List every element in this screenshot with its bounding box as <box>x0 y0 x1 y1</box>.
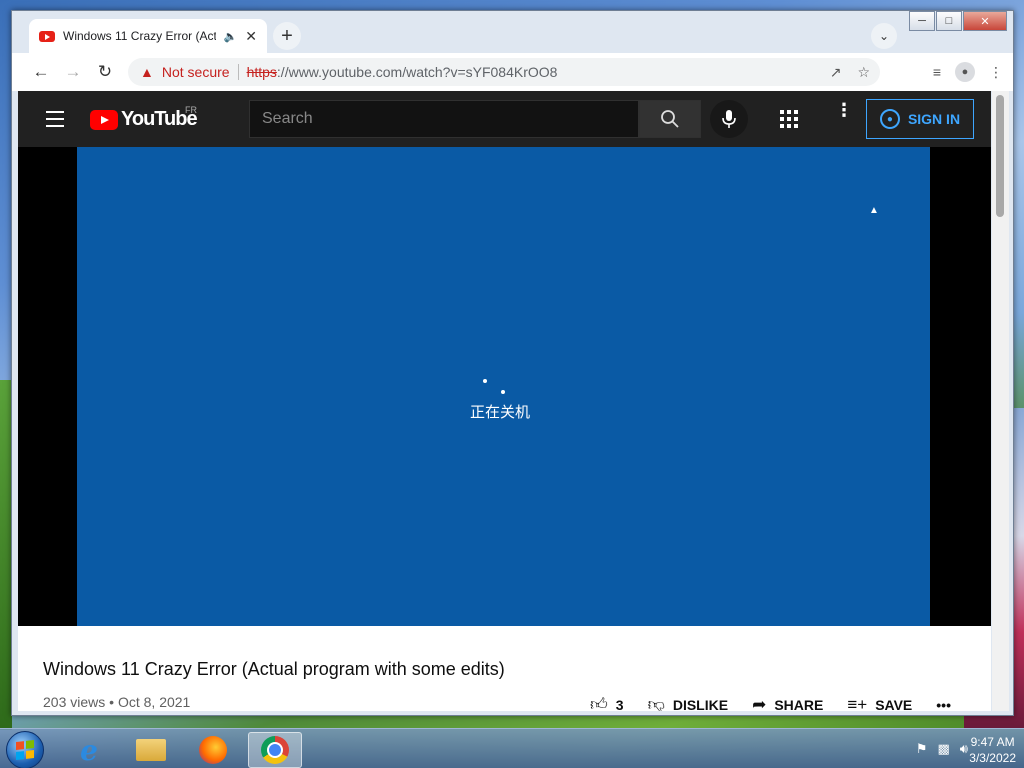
action-center-flag-icon[interactable]: ⚑ <box>916 741 928 757</box>
thumbs-down-icon: 👎︎ <box>647 695 665 711</box>
profile-avatar-icon[interactable]: ● <box>955 62 975 82</box>
more-horizontal-icon: ••• <box>936 696 951 712</box>
youtube-favicon-icon <box>39 30 55 42</box>
windows-logo-icon <box>16 740 34 760</box>
share-arrow-icon: ➦ <box>752 694 767 712</box>
tab-search-button[interactable]: ⌄ <box>871 23 897 49</box>
microphone-icon <box>722 110 736 128</box>
view-count: 203 views <box>43 694 106 710</box>
reload-button[interactable]: ↻ <box>90 57 120 87</box>
account-icon: ● <box>879 109 900 129</box>
region-code: FR <box>185 105 197 115</box>
firefox-icon <box>199 736 227 764</box>
tab-title: Windows 11 Crazy Error (Act <box>63 29 216 43</box>
loading-spinner-dot <box>483 379 487 383</box>
reading-list-icon[interactable]: ≡ <box>933 64 941 80</box>
window-controls: ─ □ ✕ <box>909 11 1007 32</box>
taskbar-chrome[interactable] <box>248 732 302 768</box>
sign-in-button[interactable]: ● SIGN IN <box>866 99 974 139</box>
warning-icon: ▲ <box>140 64 154 80</box>
thumbs-up-icon: 👍︎ <box>590 695 608 711</box>
new-tab-button[interactable]: + <box>273 22 301 50</box>
playlist-add-icon: ≡+ <box>847 694 868 712</box>
internet-explorer-icon: e <box>80 733 98 767</box>
video-frame[interactable]: 正在关机 ▲ <box>77 147 930 626</box>
minimize-button[interactable]: ─ <box>909 11 935 31</box>
taskbar-firefox[interactable] <box>186 732 240 768</box>
search-input[interactable]: Search <box>249 100 639 138</box>
bookmark-star-icon[interactable]: ☆ <box>857 64 870 81</box>
youtube-logo[interactable]: YouTube <box>90 108 198 131</box>
maximize-button[interactable]: □ <box>936 11 962 31</box>
cursor-icon: ▲ <box>869 205 879 216</box>
scrollbar-thumb[interactable] <box>996 95 1004 217</box>
like-count: 3 <box>615 696 624 712</box>
meta-separator: • <box>109 694 115 710</box>
system-clock[interactable]: 9:47 AM 3/3/2022 <box>969 734 1016 766</box>
voice-search-button[interactable] <box>710 100 748 138</box>
url-scheme: https <box>246 64 277 80</box>
youtube-page: YouTube FR Search ⋮ ● SIGN IN 正在关机 ▲ Win… <box>18 91 991 711</box>
search-button[interactable] <box>639 100 701 138</box>
speaker-icon[interactable]: 🔈 <box>224 30 238 43</box>
share-button[interactable]: ➦ SHARE <box>752 695 823 712</box>
start-button[interactable] <box>6 731 44 768</box>
more-actions-button[interactable]: ••• <box>936 697 951 712</box>
save-label: SAVE <box>875 696 913 712</box>
dislike-button[interactable]: 👎︎ DISLIKE <box>648 694 729 711</box>
menu-hamburger-icon[interactable] <box>46 111 64 132</box>
page-scrollbar[interactable] <box>992 91 1009 711</box>
taskbar: e ⚑ ▩ 🔊︎ 9:47 AM 3/3/2022 <box>0 728 1024 768</box>
clock-time: 9:47 AM <box>970 735 1015 749</box>
address-bar[interactable]: ▲ Not secure https://www.youtube.com/wat… <box>128 58 880 86</box>
browser-menu-icon[interactable]: ⋮ <box>989 64 1003 81</box>
sign-in-label: SIGN IN <box>907 111 961 127</box>
browser-toolbar: ← → ↻ ▲ Not secure https://www.youtube.c… <box>12 53 1013 91</box>
clock-date: 3/3/2022 <box>969 751 1016 765</box>
tab-youtube[interactable]: Windows 11 Crazy Error (Act 🔈 ✕ <box>29 19 267 53</box>
shutdown-overlay-text: 正在关机 <box>470 403 531 421</box>
system-tray: ⚑ ▩ 🔊︎ <box>916 741 968 757</box>
search-placeholder: Search <box>262 110 313 127</box>
toolbar-right: ≡ ● ⋮ <box>933 53 1003 91</box>
loading-spinner-dot <box>501 390 505 394</box>
search-icon <box>661 110 679 128</box>
youtube-header: YouTube FR Search ⋮ ● SIGN IN <box>18 91 991 147</box>
save-button[interactable]: ≡+ SAVE <box>847 695 912 712</box>
video-player[interactable]: 正在关机 ▲ <box>18 147 991 626</box>
dislike-label: DISLIKE <box>672 696 729 712</box>
chrome-icon <box>261 736 289 764</box>
like-button[interactable]: 👍︎ 3 <box>590 694 624 711</box>
upload-date: Oct 8, 2021 <box>117 694 191 710</box>
close-window-button[interactable]: ✕ <box>963 11 1007 31</box>
video-metadata: 203 views • Oct 8, 2021 <box>43 694 190 710</box>
settings-more-icon[interactable]: ⋮ <box>835 101 853 119</box>
tab-strip: Windows 11 Crazy Error (Act 🔈 ✕ + ⌄ ─ □ … <box>12 11 1013 53</box>
network-icon[interactable]: ▩ <box>938 741 950 757</box>
video-title: Windows 11 Crazy Error (Actual program w… <box>43 659 505 679</box>
url-text: ://www.youtube.com/watch?v=sYF084KrOO8 <box>276 64 558 80</box>
close-tab-icon[interactable]: ✕ <box>245 28 257 45</box>
youtube-play-logo-icon <box>90 109 118 130</box>
video-actions: 👍︎ 3 👎︎ DISLIKE ➦ SHARE ≡+ SAVE ••• <box>590 694 951 712</box>
volume-icon[interactable]: 🔊︎ <box>960 741 968 757</box>
share-page-icon[interactable]: ↗ <box>830 64 842 81</box>
forward-button[interactable]: → <box>58 57 88 87</box>
taskbar-internet-explorer[interactable]: e <box>62 732 116 768</box>
divider <box>237 64 239 80</box>
security-label[interactable]: Not secure <box>162 64 230 80</box>
taskbar-file-explorer[interactable] <box>124 732 178 768</box>
omnibox-actions: ↗ ☆ <box>830 64 870 81</box>
folder-icon <box>136 739 166 761</box>
back-button[interactable]: ← <box>26 57 56 87</box>
apps-grid-icon[interactable] <box>780 110 798 128</box>
share-label: SHARE <box>774 696 824 712</box>
browser-window: Windows 11 Crazy Error (Act 🔈 ✕ + ⌄ ─ □ … <box>11 10 1014 716</box>
